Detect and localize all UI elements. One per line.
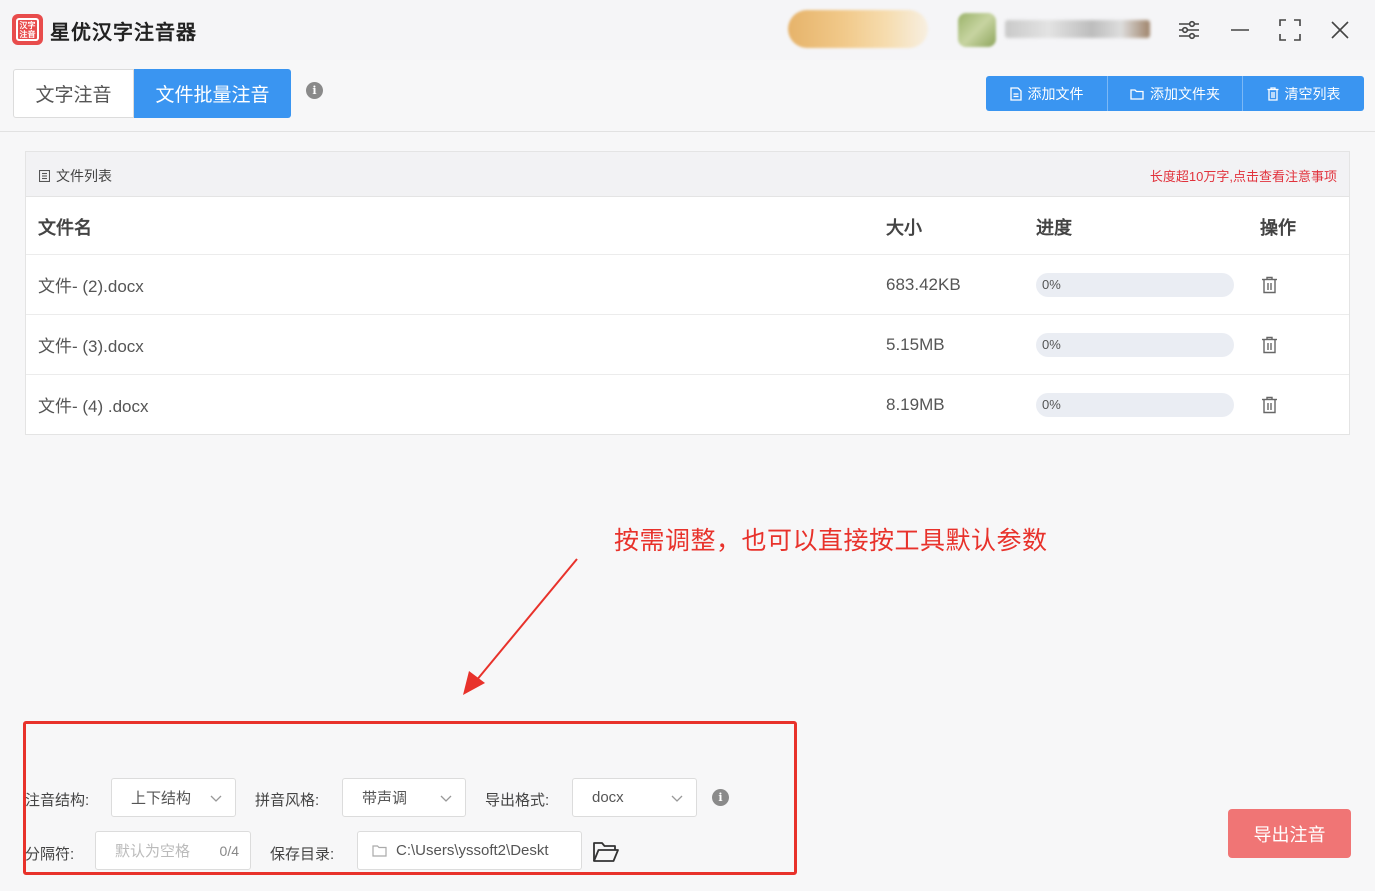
- annotation-hint: 按需调整，也可以直接按工具默认参数: [614, 527, 1048, 555]
- file-list-header: 文件列表 长度超10万字,点击查看注意事项: [26, 152, 1349, 197]
- chevron-down-icon: [671, 795, 683, 802]
- app-logo: 汉字注音: [12, 14, 43, 45]
- progress-cell: 0%: [1036, 255, 1234, 314]
- file-toolbar: 添加文件 添加文件夹 清空列表: [986, 76, 1364, 111]
- pinyin-style-value: 带声调: [362, 790, 408, 807]
- table-header-row: 文件名 大小 进度 操作: [26, 197, 1349, 255]
- format-info-icon[interactable]: i: [712, 789, 729, 806]
- trash-icon: [1262, 276, 1277, 293]
- table-row[interactable]: 文件- (2).docx 683.42KB 0%: [26, 255, 1349, 315]
- add-file-button[interactable]: 添加文件: [986, 76, 1107, 111]
- progress-cell: 0%: [1036, 375, 1234, 434]
- file-list-title: 文件列表: [39, 166, 112, 186]
- progress-bar: 0%: [1036, 392, 1234, 417]
- separator-char-count: 0/4: [219, 842, 239, 859]
- delete-row-button[interactable]: [1261, 315, 1278, 374]
- file-size: 8.19MB: [886, 394, 945, 414]
- separator-input[interactable]: 默认为空格 0/4: [95, 831, 251, 870]
- header-divider: [0, 131, 1375, 132]
- file-name: 文件- (4) .docx: [38, 397, 149, 416]
- delete-row-button[interactable]: [1261, 255, 1278, 314]
- trash-icon: [1262, 336, 1277, 353]
- settings-icon[interactable]: [1173, 14, 1205, 46]
- list-icon: [39, 170, 50, 182]
- tab-batch-annotation[interactable]: 文件批量注音: [134, 69, 291, 118]
- progress-bar: 0%: [1036, 272, 1234, 297]
- save-dir-input[interactable]: C:\Users\yssoft2\Deskt: [357, 831, 582, 870]
- delete-row-button[interactable]: [1261, 375, 1278, 434]
- folder-icon: [372, 845, 387, 857]
- table-row[interactable]: 文件- (4) .docx 8.19MB 0%: [26, 375, 1349, 435]
- pinyin-style-select[interactable]: 带声调: [342, 778, 466, 817]
- pinyin-style-label: 拼音风格:: [255, 792, 320, 809]
- separator-placeholder: 默认为空格: [115, 843, 191, 860]
- app-title: 星优汉字注音器: [50, 22, 197, 44]
- avatar[interactable]: [958, 13, 996, 47]
- tab-text-annotation[interactable]: 文字注音: [13, 69, 134, 118]
- progress-bar: 0%: [1036, 332, 1234, 357]
- column-header-action: 操作: [1260, 217, 1296, 238]
- structure-label: 注音结构:: [25, 792, 90, 809]
- add-file-label: 添加文件: [1027, 85, 1084, 102]
- add-folder-button[interactable]: 添加文件夹: [1107, 76, 1242, 111]
- table-row[interactable]: 文件- (3).docx 5.15MB 0%: [26, 315, 1349, 375]
- logo-text: 汉字注音: [16, 18, 39, 41]
- save-dir-value: C:\Users\yssoft2\Deskt: [396, 842, 549, 859]
- column-header-progress: 进度: [1036, 217, 1072, 238]
- clear-list-label: 清空列表: [1284, 85, 1341, 102]
- folder-icon: [1130, 88, 1144, 100]
- file-size: 5.15MB: [886, 334, 945, 354]
- structure-value: 上下结构: [131, 790, 192, 807]
- file-list-panel: 文件列表 长度超10万字,点击查看注意事项 文件名 大小 进度 操作 文件- (…: [25, 151, 1350, 435]
- close-icon[interactable]: [1324, 14, 1356, 46]
- column-header-name: 文件名: [38, 217, 92, 238]
- clear-list-button[interactable]: 清空列表: [1242, 76, 1364, 111]
- export-format-select[interactable]: docx: [572, 778, 697, 817]
- annotation-arrow-icon: [463, 558, 578, 695]
- mode-tabs: 文字注音 文件批量注音: [13, 69, 291, 118]
- structure-select[interactable]: 上下结构: [111, 778, 236, 817]
- title-bar: 汉字注音 星优汉字注音器: [0, 0, 1375, 60]
- trash-icon: [1262, 396, 1277, 413]
- separator-label: 分隔符:: [25, 846, 75, 863]
- export-format-label: 导出格式:: [485, 792, 550, 809]
- minimize-icon[interactable]: [1224, 14, 1256, 46]
- column-header-size: 大小: [886, 217, 922, 238]
- user-name[interactable]: [1005, 20, 1150, 38]
- file-icon: [1009, 86, 1022, 101]
- info-icon[interactable]: i: [306, 82, 323, 99]
- length-notice-link[interactable]: 长度超10万字,点击查看注意事项: [1150, 166, 1337, 185]
- export-format-value: docx: [592, 789, 624, 806]
- chevron-down-icon: [440, 795, 452, 802]
- maximize-icon[interactable]: [1274, 14, 1306, 46]
- vip-badge[interactable]: [788, 10, 928, 48]
- add-folder-label: 添加文件夹: [1150, 85, 1220, 102]
- trash-icon: [1267, 86, 1278, 101]
- export-annotation-button[interactable]: 导出注音: [1228, 809, 1351, 858]
- browse-folder-icon[interactable]: [592, 840, 622, 864]
- progress-cell: 0%: [1036, 315, 1234, 374]
- file-name: 文件- (2).docx: [38, 277, 144, 296]
- file-name: 文件- (3).docx: [38, 337, 144, 356]
- save-dir-label: 保存目录:: [270, 846, 335, 863]
- file-size: 683.42KB: [886, 274, 961, 294]
- chevron-down-icon: [210, 795, 222, 802]
- file-list-title-text: 文件列表: [56, 168, 112, 184]
